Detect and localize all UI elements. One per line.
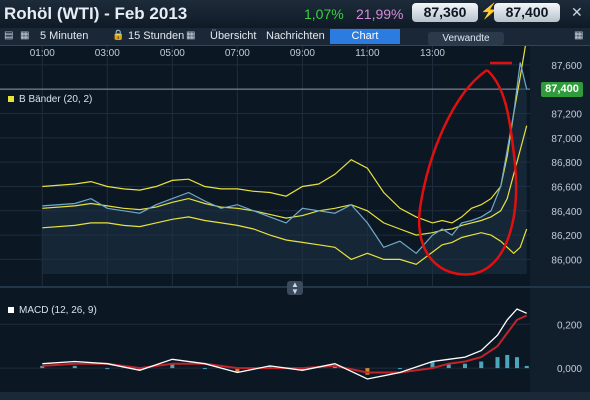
macd-axis-bg (530, 288, 590, 400)
tab-news[interactable]: Nachrichten (262, 29, 329, 44)
last-price-badge: 87,400 (541, 82, 583, 97)
lock-icon[interactable]: 🔒 (112, 31, 124, 41)
interval-select[interactable]: 5 Minuten (40, 28, 88, 45)
macd-swatch (8, 307, 14, 314)
close-icon[interactable]: ✕ (571, 4, 583, 21)
related-button[interactable]: Verwandte (428, 32, 504, 45)
macd-histogram-bar (202, 368, 207, 370)
calendar-icon-2[interactable]: ▦ (186, 31, 196, 41)
instrument-title: Rohöl (WTI) - Feb 2013 (4, 4, 188, 23)
macd-histogram-bar (479, 361, 484, 369)
status-bar (0, 392, 590, 400)
calendar-icon[interactable]: ▦ (20, 31, 30, 41)
tab-chart[interactable]: Chart (330, 29, 400, 44)
y-tick-label: 86,200 (551, 231, 582, 242)
y-tick-label: 86,000 (551, 255, 582, 266)
macd-histogram-bar (397, 368, 402, 370)
macd-histogram-bar (105, 368, 110, 370)
chart-area[interactable]: 01:00 03:00 05:00 07:00 09:00 11:00 13:00 87,60… (0, 46, 590, 400)
change-percent: 1,07% (304, 6, 344, 22)
period-select[interactable]: 15 Stunden (128, 28, 184, 45)
macd-tick-label: 0,200 (557, 320, 582, 331)
ask-price-button[interactable]: 87,400 (494, 3, 560, 22)
macd-legend: MACD (12, 26, 9) (8, 305, 97, 316)
x-tick-label: 01:00 (30, 48, 55, 59)
x-tick-label: 13:00 (420, 48, 445, 59)
macd-label: MACD (12, 26, 9) (19, 305, 97, 316)
list-icon[interactable]: ▤ (4, 31, 14, 41)
change-percent-secondary: 21,99% (356, 6, 404, 22)
macd-histogram-bar (514, 357, 519, 369)
macd-histogram-bar (72, 365, 77, 369)
bollinger-legend: B Bänder (20, 2) (8, 94, 92, 105)
macd-tick-label: 0,000 (557, 364, 582, 375)
tab-overview[interactable]: Übersicht (206, 29, 260, 44)
x-tick-label: 07:00 (225, 48, 250, 59)
x-tick-label: 05:00 (160, 48, 185, 59)
y-tick-label: 87,200 (551, 110, 582, 121)
x-tick-label: 11:00 (355, 48, 380, 59)
bid-price-button[interactable]: 87,360 (412, 3, 478, 22)
bollinger-label: B Bänder (20, 2) (19, 94, 93, 105)
y-tick-label: 87,600 (551, 61, 582, 72)
y-tick-label: 87,000 (551, 134, 582, 145)
x-tick-label: 09:00 (290, 48, 315, 59)
x-tick-label: 03:00 (95, 48, 120, 59)
panel-resize-handle[interactable]: ▲ ▼ (287, 281, 303, 296)
y-tick-label: 86,800 (551, 158, 582, 169)
bands-swatch (8, 96, 14, 103)
macd-histogram-bar (462, 363, 467, 369)
title-bar: Rohöl (WTI) - Feb 2013 1,07% 21,99% 87,3… (0, 0, 590, 28)
y-tick-label: 86,400 (551, 207, 582, 218)
y-tick-label: 86,600 (551, 182, 582, 193)
macd-histogram-bar (505, 354, 510, 369)
macd-histogram-bar (524, 365, 529, 369)
grid-icon[interactable]: ▦ (574, 31, 584, 41)
macd-histogram-bar (495, 357, 500, 369)
